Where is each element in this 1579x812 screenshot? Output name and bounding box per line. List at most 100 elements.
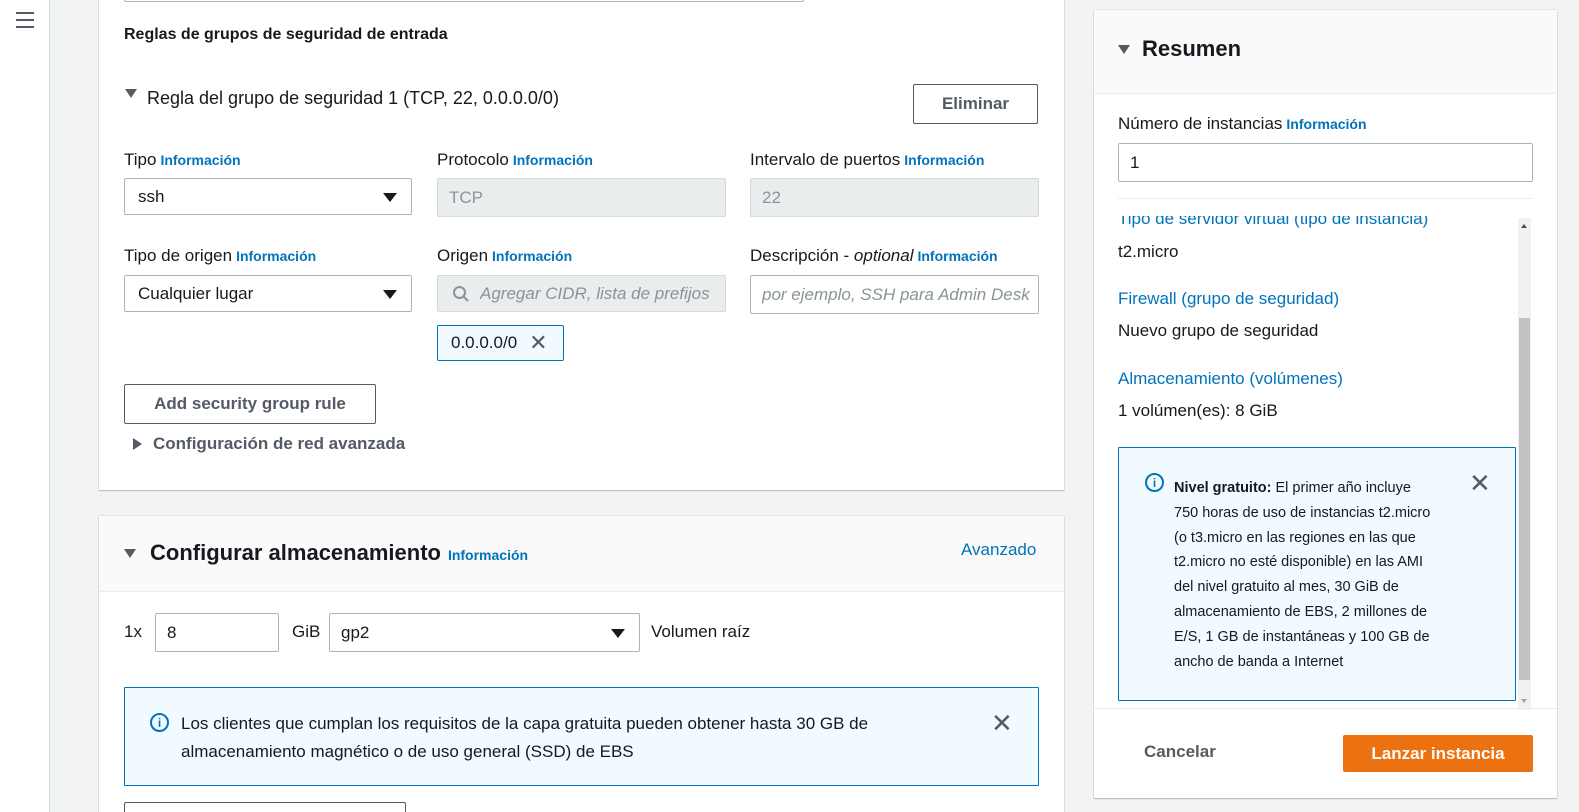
free-tier-text: Nivel gratuito: El primer año incluye 75…	[1174, 476, 1474, 674]
advanced-network-label: Configuración de red avanzada	[153, 434, 406, 453]
protocol-info-link[interactable]: Información	[513, 152, 593, 168]
free-tier-line: t2.micro no esté disponible) en las AMI	[1174, 554, 1424, 571]
free-tier-storage-alert: i Los clientes que cumplan los requisito…	[124, 687, 1039, 786]
partial-input-field[interactable]	[124, 0, 804, 2]
menu-icon[interactable]	[16, 12, 34, 28]
instances-info-link[interactable]: Información	[1286, 116, 1366, 132]
source-label: Origen Información	[437, 246, 572, 266]
free-tier-alert: i Nivel gratuito: El primer año incluye …	[1118, 447, 1516, 701]
summary-footer: Cancelar Lanzar instancia	[1094, 708, 1557, 798]
storage-panel: Configurar almacenamiento Información Av…	[99, 516, 1064, 812]
left-nav-rail	[0, 0, 50, 812]
type-label: Tipo Información	[124, 150, 241, 170]
scrollbar-thumb[interactable]	[1519, 318, 1530, 680]
security-rule-1-title: Regla del grupo de seguridad 1 (TCP, 22,…	[147, 88, 559, 108]
divider	[1118, 198, 1533, 199]
port-range-label-text: Intervalo de puertos	[750, 150, 901, 169]
type-select-value: ssh	[138, 186, 165, 206]
info-icon: i	[1145, 473, 1164, 492]
free-tier-bold: Nivel gratuito:	[1174, 480, 1272, 496]
delete-rule-button[interactable]: Eliminar	[913, 84, 1038, 124]
source-label-text: Origen	[437, 246, 489, 265]
partial-button[interactable]	[124, 802, 406, 812]
scroll-down-icon[interactable]	[1521, 699, 1527, 703]
launch-instance-button[interactable]: Lanzar instancia	[1343, 735, 1533, 772]
source-token-label: 0.0.0.0/0	[451, 333, 518, 352]
source-cidr-placeholder: Agregar CIDR, lista de prefijos	[480, 283, 710, 303]
free-tier-line: E/S, 1 GB de instantáneas y 100 GB de	[1174, 628, 1430, 645]
source-type-info-link[interactable]: Información	[236, 248, 316, 264]
summary-scroll-area[interactable]: Tipo de servidor virtual (tipo de instan…	[1094, 216, 1557, 710]
caret-down-icon	[383, 192, 397, 202]
volume-unit: GiB	[292, 622, 321, 641]
instances-label-text: Número de instancias	[1118, 114, 1283, 133]
free-tier-line: del nivel gratuito al mes, 30 GiB de	[1174, 579, 1399, 596]
scroll-up-icon[interactable]	[1521, 224, 1527, 228]
description-label: Descripción - optional Información	[750, 246, 998, 266]
summary-scrollbar[interactable]	[1518, 218, 1531, 710]
instance-type-value: t2.micro	[1118, 242, 1179, 261]
caret-right-icon	[133, 438, 142, 450]
free-tier-line: (o t3.micro en las regiones en las que	[1174, 529, 1416, 546]
type-label-text: Tipo	[124, 150, 157, 169]
port-range-info-link[interactable]: Información	[904, 152, 984, 168]
description-optional-text: optional	[853, 246, 914, 265]
root-volume-label: Volumen raíz	[651, 622, 751, 641]
protocol-label: Protocolo Información	[437, 150, 593, 170]
description-label-text: Descripción -	[750, 246, 854, 265]
cancel-button[interactable]: Cancelar	[1144, 742, 1216, 762]
close-icon[interactable]: ✕	[1469, 470, 1491, 496]
volume-type-value: gp2	[341, 622, 370, 642]
instances-count-input[interactable]: 1	[1118, 143, 1533, 182]
remove-token-icon[interactable]: ✕	[529, 332, 547, 354]
free-tier-line: almacenamiento de EBS, 2 millones de	[1174, 603, 1428, 620]
description-input[interactable]: por ejemplo, SSH para Admin Desk	[750, 275, 1039, 314]
summary-header: Resumen	[1094, 10, 1557, 94]
advanced-storage-link[interactable]: Avanzado	[961, 540, 1036, 560]
firewall-link[interactable]: Firewall (grupo de seguridad)	[1118, 289, 1339, 309]
firewall-value: Nuevo grupo de seguridad	[1118, 321, 1319, 340]
volume-multiplier: 1x	[124, 622, 142, 641]
summary-title-toggle[interactable]: Resumen	[1118, 36, 1241, 62]
source-cidr-input[interactable]: Agregar CIDR, lista de prefijos	[437, 275, 726, 312]
network-settings-panel: Reglas de grupos de seguridad de entrada…	[99, 0, 1064, 490]
source-type-label-text: Tipo de origen	[124, 246, 233, 265]
storage-summary-value: 1 volúmen(es): 8 GiB	[1118, 401, 1278, 420]
close-icon[interactable]: ✕	[991, 710, 1013, 736]
free-tier-line: 750 horas de uso de instancias t2.micro	[1174, 504, 1431, 521]
description-placeholder: por ejemplo, SSH para Admin Desk	[762, 284, 1030, 304]
protocol-label-text: Protocolo	[437, 150, 509, 169]
security-rule-1-toggle[interactable]: Regla del grupo de seguridad 1 (TCP, 22,…	[125, 88, 559, 109]
type-info-link[interactable]: Información	[160, 152, 240, 168]
summary-title: Resumen	[1142, 36, 1242, 61]
description-info-link[interactable]: Información	[917, 248, 997, 264]
instance-type-link[interactable]: Tipo de servidor virtual (tipo de instan…	[1118, 216, 1428, 229]
storage-header: Configurar almacenamiento Información Av…	[99, 516, 1064, 592]
inbound-rules-heading: Reglas de grupos de seguridad de entrada	[124, 26, 448, 43]
caret-down-icon	[124, 548, 136, 558]
type-select[interactable]: ssh	[124, 178, 412, 215]
free-tier-line: ancho de banda a Internet	[1174, 653, 1344, 670]
summary-panel: Resumen Número de instancias Información …	[1094, 10, 1557, 798]
protocol-input: TCP	[437, 178, 726, 217]
caret-down-icon	[1118, 44, 1130, 54]
storage-title-toggle[interactable]: Configurar almacenamiento Información	[124, 540, 528, 566]
free-tier-line: El primer año incluye	[1275, 480, 1411, 496]
add-security-group-rule-button[interactable]: Add security group rule	[124, 384, 376, 424]
source-type-select-value: Cualquier lugar	[138, 283, 254, 303]
caret-down-icon	[125, 89, 137, 98]
volume-type-select[interactable]: gp2	[329, 613, 640, 652]
caret-down-icon	[611, 628, 625, 638]
source-token: 0.0.0.0/0 ✕	[437, 325, 564, 361]
instances-label: Número de instancias Información	[1118, 114, 1367, 134]
storage-summary-link[interactable]: Almacenamiento (volúmenes)	[1118, 369, 1343, 389]
advanced-network-toggle[interactable]: Configuración de red avanzada	[133, 434, 405, 454]
source-type-select[interactable]: Cualquier lugar	[124, 275, 412, 312]
port-range-input: 22	[750, 178, 1039, 217]
storage-info-link[interactable]: Información	[448, 547, 528, 563]
source-type-label: Tipo de origen Información	[124, 246, 316, 266]
storage-title: Configurar almacenamiento	[150, 540, 441, 565]
source-info-link[interactable]: Información	[492, 248, 572, 264]
free-tier-storage-text: Los clientes que cumplan los requisitos …	[181, 714, 869, 761]
volume-size-input[interactable]: 8	[155, 613, 279, 652]
